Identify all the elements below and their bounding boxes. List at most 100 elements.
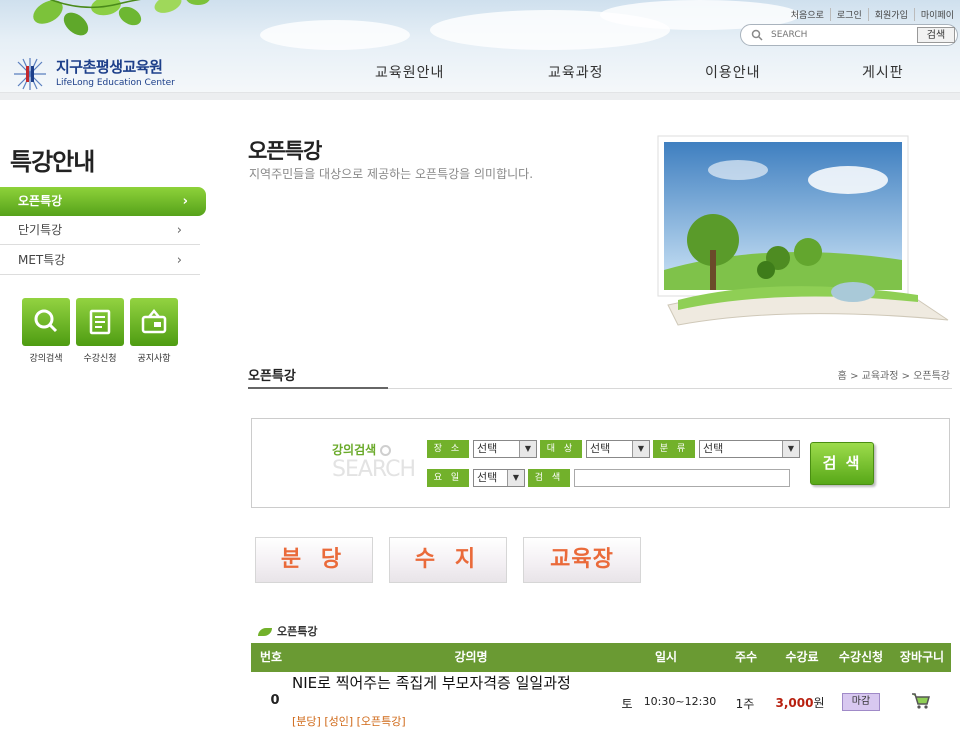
quick-link-box — [22, 298, 70, 346]
site-logo[interactable]: 지구촌평생교육원 LifeLong Education Center — [8, 52, 178, 96]
quick-link-box — [130, 298, 178, 346]
util-link-login[interactable]: 로그인 — [829, 8, 868, 21]
course-day: 토 — [621, 697, 633, 711]
course-search-panel: 강의검색 SEARCH 장 소 선택 ▼ 대 상 선택 ▼ 분 류 선택 ▼ 요… — [251, 418, 950, 508]
cart-icon[interactable] — [911, 692, 931, 710]
sidebar-title: 특강안내 — [10, 148, 95, 176]
quick-link-enrollment[interactable]: 수강신청 — [75, 298, 125, 364]
hero-illustration — [657, 135, 949, 326]
util-link-signup[interactable]: 회원가입 — [867, 8, 914, 21]
quick-link-course-search[interactable]: 강의검색 — [21, 298, 71, 364]
chevron-down-icon: ▼ — [782, 441, 799, 457]
chevron-down-icon: ▼ — [632, 441, 649, 457]
chevron-right-icon: > — [901, 371, 914, 382]
breadcrumb-current: 오픈특강 — [913, 371, 950, 382]
section-title: 오픈특강 — [248, 369, 296, 384]
site-header: 지구촌평생교육원 LifeLong Education Center 처음으로 … — [0, 0, 960, 100]
filter-select-value: 선택 — [703, 442, 724, 455]
logo-title: 지구촌평생교육원 — [56, 58, 163, 76]
column-header-datetime: 일시 — [654, 650, 678, 664]
filter-label-location: 장 소 — [427, 440, 469, 458]
notice-icon — [141, 309, 167, 334]
filter-label-category: 분 류 — [653, 440, 695, 458]
location-button-education-center[interactable]: 교육장 — [523, 537, 641, 583]
util-link-mypage[interactable]: 마이페이 — [913, 8, 960, 21]
keyword-input[interactable] — [574, 469, 790, 487]
sidebar-item-label: 단기특강 — [18, 223, 63, 237]
search-button[interactable]: 검색 — [917, 27, 955, 43]
circle-icon — [380, 445, 392, 456]
cloud-decoration — [260, 20, 410, 50]
search-panel-title: 강의검색 — [332, 441, 392, 458]
page-description: 지역주민들을 대상으로 제공하는 오픈특강을 의미합니다. — [249, 167, 534, 181]
chevron-down-icon: ▼ — [519, 441, 536, 457]
course-tags: [분당] [성인] [오픈특강] — [292, 715, 406, 728]
document-icon — [89, 309, 111, 335]
table-header: 번호 강의명 일시 주수 수강료 수강신청 장바구니 — [251, 643, 951, 672]
course-search-button[interactable]: 검 색 — [810, 442, 874, 485]
quick-link-label: 공지사항 — [137, 354, 171, 364]
quick-link-notice[interactable]: 공지사항 — [129, 298, 179, 364]
chevron-right-icon: › — [176, 223, 182, 238]
location-button-suji[interactable]: 수 지 — [389, 537, 507, 583]
logo-mark-icon — [14, 58, 46, 90]
list-title-text: 오픈특강 — [277, 625, 318, 638]
sidebar-item-short-lecture[interactable]: 단기특강 › — [0, 216, 200, 245]
leaf-icon — [258, 628, 272, 636]
search-input[interactable] — [771, 28, 911, 42]
breadcrumb-home[interactable]: 홈 — [838, 371, 847, 382]
filter-label-day: 요 일 — [427, 469, 469, 487]
utility-links: 처음으로 로그인 회원가입 마이페이 — [785, 8, 960, 21]
nav-item-about[interactable]: 교육원안내 — [375, 62, 444, 82]
search-icon — [751, 29, 763, 41]
leaves-decoration — [33, 0, 210, 36]
chevron-right-icon: › — [182, 194, 188, 209]
util-link-home[interactable]: 처음으로 — [785, 8, 830, 21]
quick-link-box — [76, 298, 124, 346]
course-title-link[interactable]: NIE로 찍어주는 족집게 부모자격증 일일과정 — [292, 674, 602, 692]
fee-unit: 원 — [813, 696, 825, 710]
filter-select-target[interactable]: 선택 ▼ — [586, 440, 650, 458]
nav-item-guide[interactable]: 이용안내 — [705, 62, 761, 82]
filter-select-value: 선택 — [477, 471, 498, 484]
filter-select-day[interactable]: 선택 ▼ — [473, 469, 525, 487]
chevron-right-icon: > — [850, 371, 862, 382]
magnifier-icon — [34, 309, 58, 333]
filter-label-target: 대 상 — [540, 440, 582, 458]
search-panel-title-text: 강의검색 — [332, 443, 377, 457]
nav-item-courses[interactable]: 교육과정 — [548, 62, 604, 82]
chevron-right-icon: › — [176, 253, 182, 268]
section-underline — [248, 387, 388, 389]
site-search: 검색 — [740, 24, 958, 46]
nav-item-board[interactable]: 게시판 — [862, 62, 904, 82]
column-header-number: 번호 — [259, 650, 283, 664]
column-header-fee: 수강료 — [785, 650, 819, 664]
fee-amount: 3,000 — [775, 696, 814, 710]
filter-select-location[interactable]: 선택 ▼ — [473, 440, 537, 458]
search-panel-title-en: SEARCH — [332, 457, 416, 482]
sidebar-item-label: MET특강 — [18, 253, 66, 267]
breadcrumb-courses[interactable]: 교육과정 — [862, 371, 899, 382]
location-button-bundang[interactable]: 분 당 — [255, 537, 373, 583]
row-number: 0 — [270, 693, 280, 708]
sidebar-item-label: 오픈특강 — [18, 194, 63, 208]
filter-label-keyword: 검 색 — [528, 469, 570, 487]
course-weeks: 1주 — [735, 697, 755, 711]
list-title: 오픈특강 — [258, 623, 317, 639]
logo-subtitle: LifeLong Education Center — [56, 78, 175, 88]
filter-select-category[interactable]: 선택 ▼ — [699, 440, 800, 458]
quick-link-label: 수강신청 — [83, 354, 117, 364]
enroll-status-button[interactable]: 마감 — [842, 693, 880, 711]
course-time: 10:30~12:30 — [643, 695, 717, 708]
breadcrumb: 홈 > 교육과정 > 오픈특강 — [838, 367, 950, 382]
page-title: 오픈특강 — [248, 139, 322, 163]
column-header-enroll: 수강신청 — [838, 650, 884, 664]
quick-link-label: 강의검색 — [29, 354, 63, 364]
sidebar-item-met-lecture[interactable]: MET특강 › — [0, 246, 200, 275]
column-header-cart: 장바구니 — [899, 650, 945, 664]
filter-select-value: 선택 — [590, 442, 611, 455]
sidebar-item-open-lecture[interactable]: 오픈특강 › — [0, 187, 206, 216]
column-header-title: 강의명 — [454, 650, 488, 664]
chevron-down-icon: ▼ — [507, 470, 524, 486]
filter-select-value: 선택 — [477, 442, 498, 455]
